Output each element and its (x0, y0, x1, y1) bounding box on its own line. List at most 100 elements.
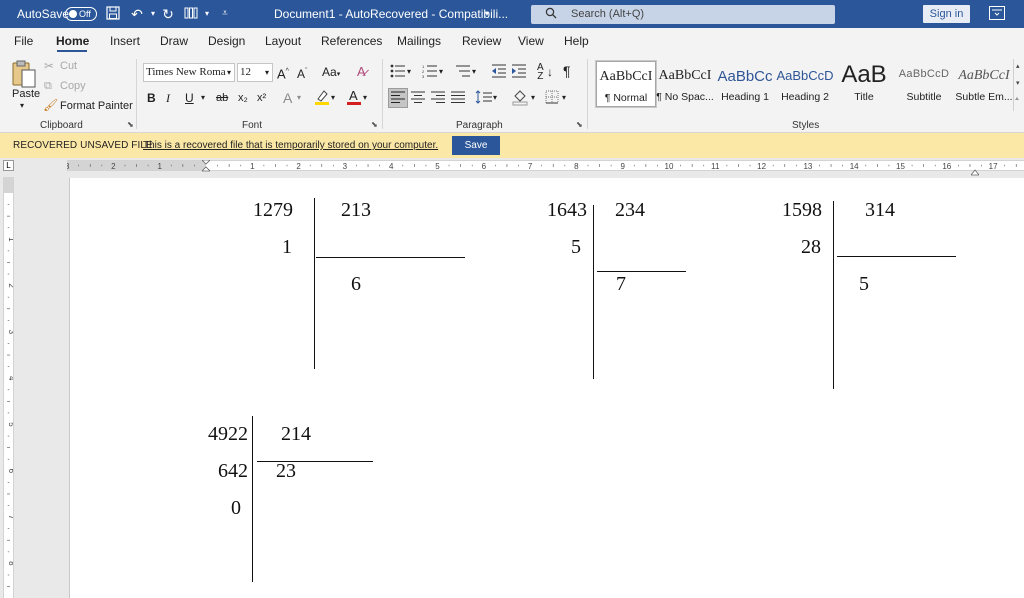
align-left-icon[interactable] (390, 90, 406, 108)
customize-toolbar-icon[interactable]: ⩡ (217, 6, 233, 22)
style-heading-2[interactable]: AaBbCcD Heading 2 (775, 61, 835, 107)
tab-help[interactable]: Help (564, 34, 589, 48)
undo-dropdown-icon[interactable]: ▾ (145, 6, 161, 22)
bullets-icon[interactable] (390, 64, 406, 82)
tab-selector[interactable]: L (3, 160, 14, 171)
undo-icon[interactable]: ↶ (129, 6, 145, 22)
horizontal-ruler[interactable]: 3 2 1 1 2 3 4 5 6 7 8 9 10 11 12 13 14 15 16 17 (67, 159, 1024, 176)
borders-dropdown-icon[interactable]: ▾ (562, 90, 566, 106)
styles-gallery-scroll[interactable]: ▴ ▾ ⩡ (1013, 59, 1024, 111)
style-subtitle[interactable]: AaBbCcD Subtitle (894, 61, 954, 107)
change-case-icon[interactable]: Aa▾ (322, 64, 340, 83)
grow-font-icon[interactable]: A^ (277, 64, 289, 82)
tab-home[interactable]: Home (56, 34, 89, 48)
table-dropdown-icon[interactable]: ▾ (199, 6, 215, 22)
style-subtle-emphasis[interactable]: AaBbCcI Subtle Em... (954, 61, 1014, 107)
tab-insert[interactable]: Insert (110, 34, 140, 48)
save-icon[interactable] (105, 6, 121, 22)
tab-design[interactable]: Design (208, 34, 245, 48)
line-spacing-icon[interactable] (475, 90, 493, 108)
shrink-font-icon[interactable]: Aˇ (297, 64, 307, 82)
highlight-dropdown-icon[interactable]: ▾ (331, 90, 335, 106)
justify-icon[interactable] (450, 90, 466, 108)
font-size-dropdown-icon[interactable]: ▾ (265, 64, 269, 81)
font-size-box[interactable]: 12 ▾ (237, 63, 273, 82)
scroll-up-icon[interactable]: ▴ (1016, 62, 1020, 70)
shading-dropdown-icon[interactable]: ▾ (531, 90, 535, 106)
document-title[interactable]: Document1 - AutoRecovered - Compatibili.… (274, 0, 508, 28)
clipboard-launcher-icon[interactable]: ⬊ (127, 120, 134, 129)
line-spacing-dropdown-icon[interactable]: ▾ (493, 90, 497, 106)
font-name-box[interactable]: Times New Roma ▾ (143, 63, 235, 82)
tab-review[interactable]: Review (462, 34, 501, 48)
align-right-icon[interactable] (430, 90, 446, 108)
tab-view[interactable]: View (518, 34, 544, 48)
paragraph-launcher-icon[interactable]: ⬊ (576, 120, 583, 129)
more-styles-icon[interactable]: ⩡ (1015, 96, 1019, 104)
style-no-spacing[interactable]: AaBbCcI ¶ No Spac... (655, 61, 715, 107)
copy-button[interactable]: Copy (60, 80, 86, 92)
tab-references[interactable]: References (321, 34, 382, 48)
shading-icon[interactable] (512, 88, 528, 110)
cut-icon[interactable]: ✂ (44, 58, 54, 74)
paste-button[interactable]: Paste (12, 88, 40, 100)
ribbon-display-options-icon[interactable] (989, 6, 1005, 20)
ruler-label: 3 (343, 162, 348, 170)
cut-button[interactable]: Cut (60, 60, 77, 72)
paste-dropdown-icon[interactable]: ▾ (20, 101, 24, 110)
increase-indent-icon[interactable] (511, 64, 527, 82)
bold-icon[interactable]: B (147, 90, 156, 106)
recovered-file-link[interactable]: This is a recovered file that is tempora… (143, 140, 438, 151)
right-indent-marker-icon[interactable] (970, 163, 980, 176)
font-name-dropdown-icon[interactable]: ▾ (227, 64, 231, 81)
group-separator (382, 59, 383, 129)
redo-icon[interactable]: ↻ (160, 6, 176, 22)
underline-dropdown-icon[interactable]: ▾ (201, 90, 205, 106)
table-icon[interactable] (183, 6, 199, 22)
tab-draw[interactable]: Draw (160, 34, 188, 48)
borders-icon[interactable] (545, 90, 559, 108)
format-painter-button[interactable]: Format Painter (60, 100, 133, 112)
format-painter-icon[interactable]: 🖌 (43, 97, 58, 113)
tab-file[interactable]: File (14, 34, 33, 48)
style-heading-1[interactable]: AaBbCc Heading 1 (715, 61, 775, 107)
text-effects-dropdown-icon[interactable]: ▾ (297, 90, 301, 106)
bullets-dropdown-icon[interactable]: ▾ (407, 64, 411, 80)
search-box[interactable]: Search (Alt+Q) (531, 5, 835, 24)
document-page[interactable]: 1279 213 1 6 1643 234 5 7 1598 314 28 5 … (69, 178, 1024, 598)
text-effects-icon[interactable]: A (283, 90, 292, 106)
numbering-dropdown-icon[interactable]: ▾ (439, 64, 443, 80)
numbering-icon[interactable]: 123 (422, 64, 438, 82)
strikethrough-icon[interactable]: ab (216, 90, 228, 106)
tab-layout[interactable]: Layout (265, 34, 301, 48)
font-color-dropdown-icon[interactable]: ▾ (363, 90, 367, 106)
style-name: ¶ No Spac... (656, 91, 714, 103)
tab-mailings[interactable]: Mailings (397, 34, 441, 48)
highlight-icon[interactable] (314, 88, 330, 110)
underline-icon[interactable]: U (185, 90, 194, 106)
superscript-icon[interactable]: x² (257, 90, 266, 106)
clear-formatting-icon[interactable]: A̷ (357, 64, 366, 80)
copy-icon[interactable]: ⧉ (44, 78, 52, 94)
style-normal[interactable]: AaBbCcI ¶ Normal (595, 60, 657, 108)
show-formatting-icon[interactable]: ¶ (563, 63, 571, 79)
decrease-indent-icon[interactable] (491, 64, 507, 82)
style-title[interactable]: AaB Title (834, 61, 894, 107)
font-launcher-icon[interactable]: ⬊ (371, 120, 378, 129)
recovered-save-button[interactable]: Save (452, 136, 500, 155)
scroll-down-icon[interactable]: ▾ (1016, 79, 1020, 87)
italic-icon[interactable]: I (166, 90, 170, 106)
title-dropdown-icon[interactable]: ▾ (485, 0, 489, 28)
multilevel-dropdown-icon[interactable]: ▾ (472, 64, 476, 80)
vertical-ruler[interactable]: 1 2 3 4 5 6 7 8 (3, 177, 14, 598)
subscript-icon[interactable]: x₂ (238, 90, 248, 106)
paste-icon[interactable] (9, 59, 39, 89)
align-center-icon[interactable] (410, 90, 426, 108)
indent-marker-icon[interactable] (201, 159, 211, 172)
sort-icon[interactable]: AZ (537, 63, 544, 82)
font-color-icon[interactable]: A (346, 88, 362, 110)
multilevel-list-icon[interactable] (455, 64, 471, 82)
autosave-toggle[interactable]: Off (65, 7, 97, 21)
ruler-label: 1 (7, 237, 13, 242)
sign-in-button[interactable]: Sign in (923, 5, 970, 23)
